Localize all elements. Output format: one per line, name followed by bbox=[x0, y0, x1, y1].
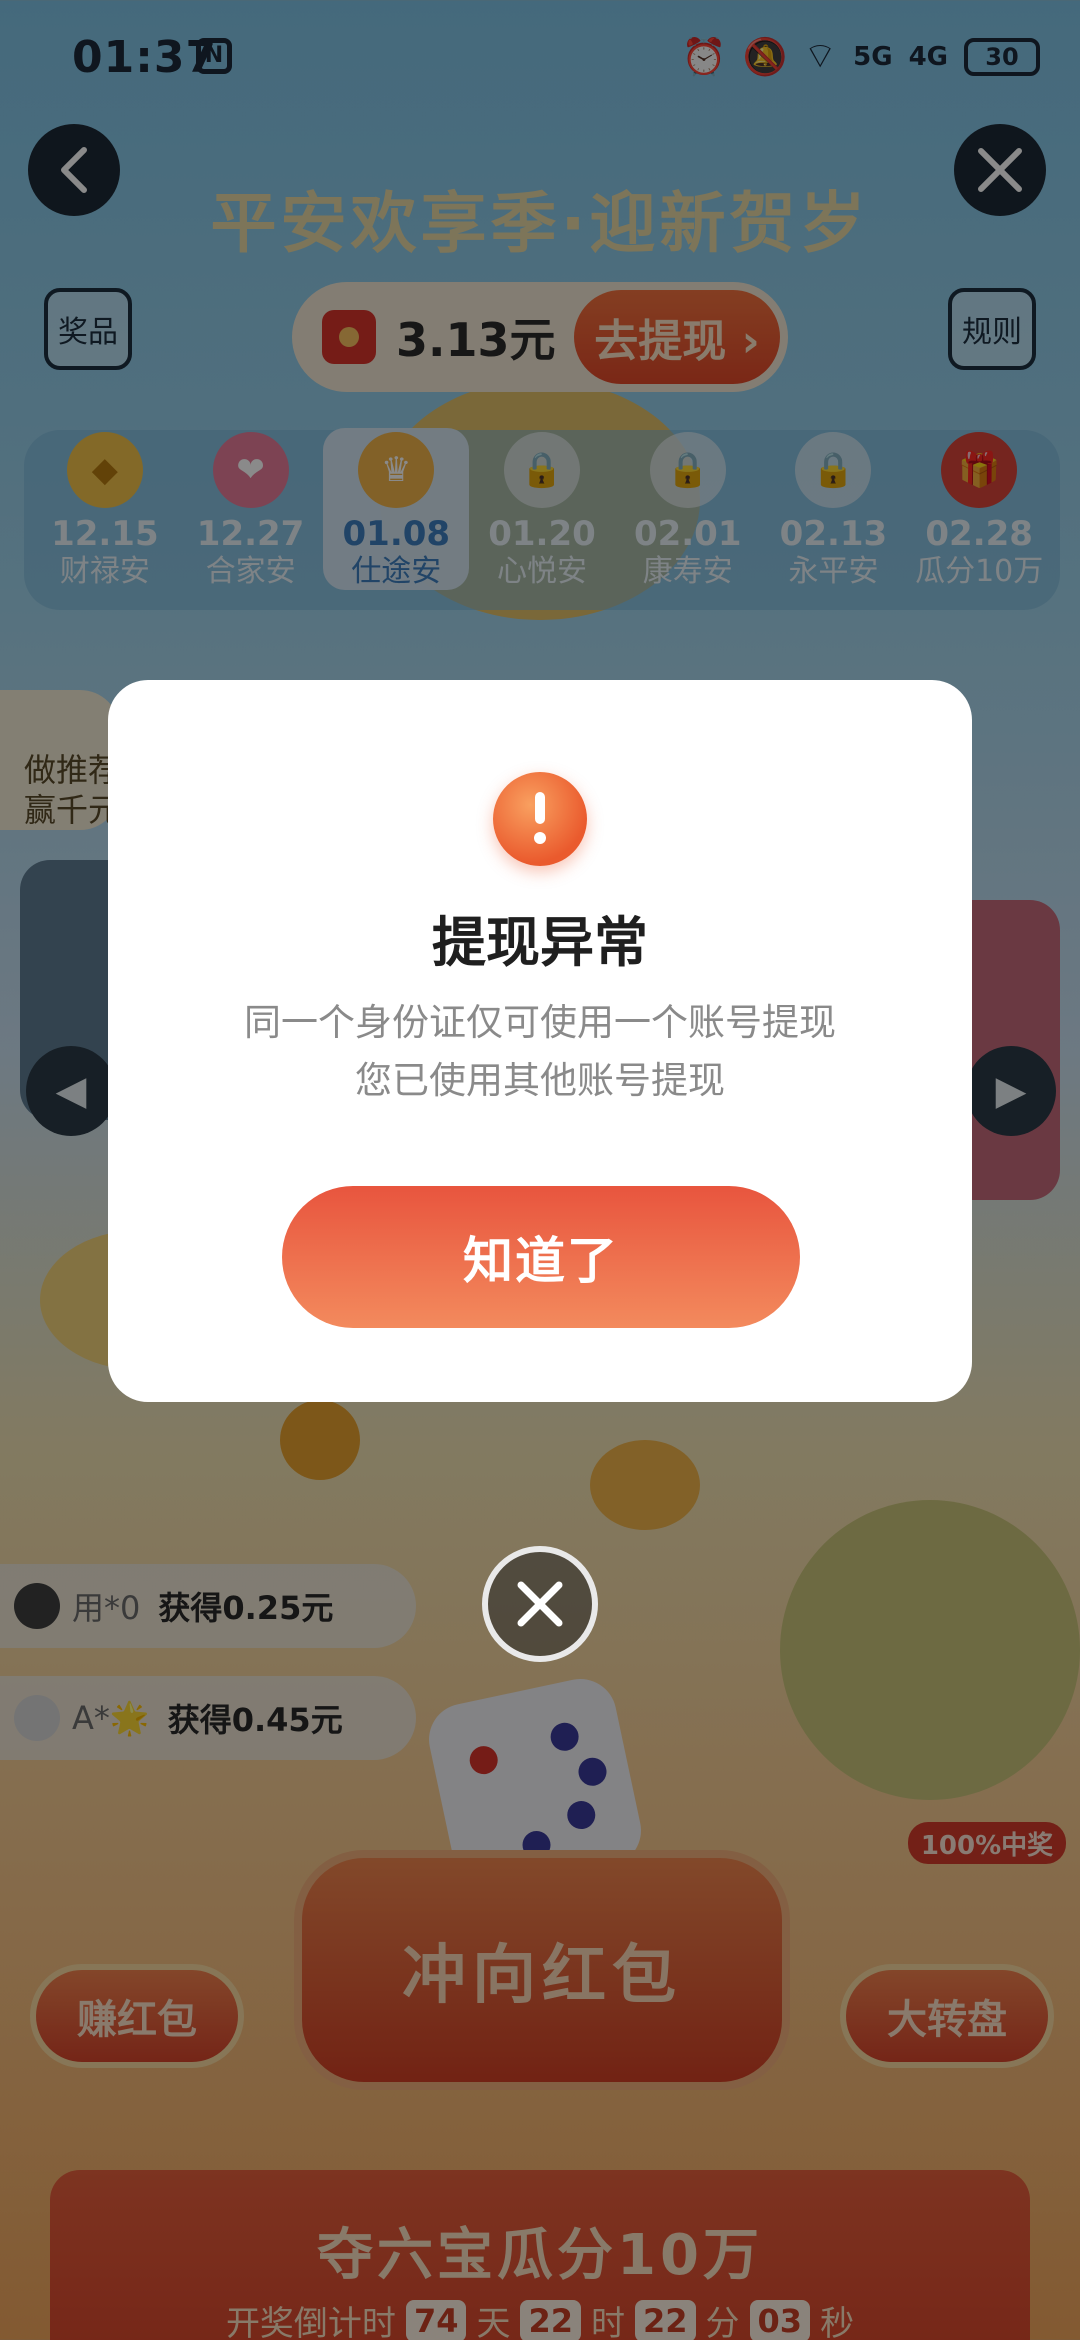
withdraw-error-dialog: 提现异常 同一个身份证仅可使用一个账号提现 您已使用其他账号提现 知道了 bbox=[108, 680, 972, 1402]
close-icon bbox=[517, 1581, 563, 1627]
dialog-message-line-1: 同一个身份证仅可使用一个账号提现 bbox=[244, 1001, 836, 1044]
dialog-close-button[interactable] bbox=[482, 1546, 598, 1662]
dialog-message-line-2: 您已使用其他账号提现 bbox=[355, 1059, 725, 1102]
dialog-title: 提现异常 bbox=[432, 911, 648, 974]
acknowledge-button[interactable]: 知道了 bbox=[282, 1186, 800, 1328]
warning-icon bbox=[493, 772, 587, 866]
